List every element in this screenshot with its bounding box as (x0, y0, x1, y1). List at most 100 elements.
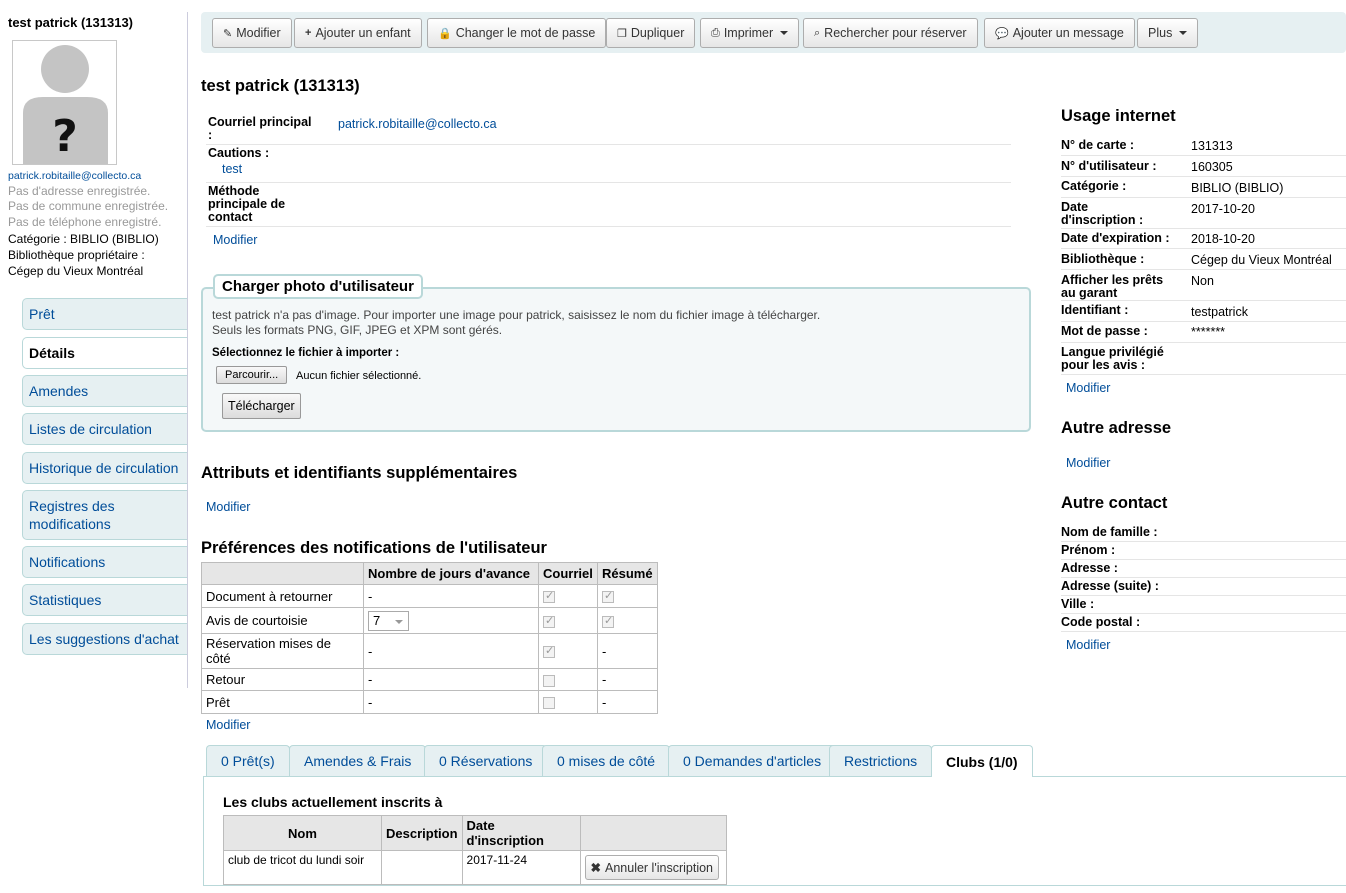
duplicate-button[interactable]: ❐ Dupliquer (606, 18, 696, 48)
guarantor-link[interactable]: test (222, 162, 242, 176)
sidebar-item-details[interactable]: Détails (22, 337, 187, 369)
notification-name: Prêt (201, 690, 364, 714)
search-to-hold-button[interactable]: ⌕ Rechercher pour réserver (803, 18, 978, 48)
edit-notifications-link[interactable]: Modifier (206, 718, 250, 732)
sidebar-item-routing-lists[interactable]: Listes de circulation (22, 413, 187, 445)
edit-button[interactable]: ✎ Modifier (212, 18, 292, 48)
tab-fines-charges[interactable]: Amendes & Frais (289, 745, 427, 776)
tab-holds[interactable]: 0 Réservations (424, 745, 548, 776)
page-title: test patrick (131313) (201, 77, 360, 95)
tab-clubs[interactable]: Clubs (1/0) (931, 745, 1033, 777)
pencil-icon: ✎ (223, 27, 233, 40)
digest-checkbox[interactable] (602, 614, 614, 628)
sidebar-item-circulation-history[interactable]: Historique de circulation (22, 452, 187, 484)
notification-name: Avis de courtoisie (201, 607, 364, 634)
edit-contact-link[interactable]: Modifier (213, 233, 257, 247)
email-checkbox[interactable] (543, 614, 555, 628)
email-checkbox[interactable] (543, 697, 555, 710)
divider (1061, 613, 1346, 614)
email-checkbox[interactable] (543, 589, 555, 604)
upload-button[interactable]: Télécharger (222, 393, 301, 419)
category-value: BIBLIO (BIBLIO) (1191, 181, 1284, 195)
divider (206, 226, 1011, 227)
sidebar-item-statistics[interactable]: Statistiques (22, 584, 187, 616)
lock-icon: 🔒 (438, 27, 452, 40)
more-dropdown-button[interactable]: Plus (1137, 18, 1199, 48)
column-header-email: Courriel (538, 562, 598, 585)
tab-label: 0 Réservations (439, 753, 533, 769)
email-checkbox[interactable] (543, 644, 555, 659)
club-name: club de tricot du lundi soir (223, 850, 382, 885)
notification-name: Retour (201, 668, 364, 691)
tab-label: 0 Prêt(s) (221, 753, 275, 769)
expiration-date-value: 2018-10-20 (1191, 232, 1255, 246)
patron-number-label: N° d'utilisateur : (1061, 159, 1157, 173)
sidebar-item-purchase-suggestions[interactable]: Les suggestions d'achat (22, 623, 187, 655)
sidebar-item-fines[interactable]: Amendes (22, 375, 187, 407)
alternate-contact-heading: Autre contact (1061, 494, 1168, 512)
email-checkbox[interactable] (543, 674, 555, 687)
no-phone-text: Pas de téléphone enregistré. (8, 215, 162, 229)
upload-info-text: test patrick n'a pas d'image. Pour impor… (212, 308, 821, 322)
days-in-advance-select[interactable]: 7 (368, 610, 409, 631)
alt-lastname-label: Nom de famille : (1061, 525, 1158, 539)
primary-email-link[interactable]: patrick.robitaille@collecto.ca (338, 117, 497, 131)
close-icon: ✖ (590, 861, 601, 875)
print-dropdown-button[interactable]: ⎙ Imprimer (700, 18, 800, 48)
tab-article-requests[interactable]: 0 Demandes d'articles (668, 745, 837, 776)
password-label: Mot de passe : (1061, 324, 1148, 338)
primary-email-label: Courriel principal : (208, 115, 312, 142)
alt-address2-label: Adresse (suite) : (1061, 579, 1159, 593)
change-password-label: Changer le mot de passe (455, 26, 596, 40)
sidebar-item-notifications[interactable]: Notifications (22, 546, 187, 578)
edit-alternate-address-link[interactable]: Modifier (1066, 456, 1110, 470)
table-row: Prêt - - (201, 690, 658, 714)
edit-alternate-contact-link[interactable]: Modifier (1066, 638, 1110, 652)
sidebar-item-modification-log[interactable]: Registres des modifications (22, 490, 187, 540)
sidebar-email-link[interactable]: patrick.robitaille@collecto.ca (8, 170, 141, 182)
svg-text:?: ? (52, 111, 78, 162)
card-number-label: N° de carte : (1061, 138, 1135, 152)
divider (1061, 269, 1346, 270)
sidebar-item-checkout[interactable]: Prêt (22, 298, 187, 330)
comment-icon: 💬 (995, 27, 1009, 40)
divider (1061, 248, 1346, 249)
notification-name: Document à retourner (201, 584, 364, 608)
sidebar-item-label: Détails (29, 345, 75, 361)
library-label: Bibliothèque : (1061, 252, 1145, 266)
column-header (201, 562, 364, 585)
sidebar-item-label: Historique de circulation (29, 460, 179, 476)
username-label: Identifiant : (1061, 303, 1129, 317)
sidebar-item-label: Prêt (29, 306, 55, 322)
table-row: Réservation mises de côté - - (201, 633, 658, 669)
unknown-user-icon: ? (23, 45, 108, 164)
edit-internet-usage-link[interactable]: Modifier (1066, 381, 1110, 395)
upload-formats-text: Seuls les formats PNG, GIF, JPEG et XPM … (212, 323, 503, 337)
tab-restrictions[interactable]: Restrictions (829, 745, 933, 776)
show-checkouts-guarantor-label: Afficher les prêts au garant (1061, 273, 1164, 300)
sidebar-item-label: Les suggestions d'achat (29, 631, 179, 647)
club-description (381, 850, 463, 885)
days-value: - (363, 584, 539, 608)
sidebar-item-label: Listes de circulation (29, 421, 152, 437)
add-message-button[interactable]: 💬 Ajouter un message (984, 18, 1135, 48)
patron-toolbar: ✎ Modifier + Ajouter un enfant 🔒 Changer le… (201, 12, 1346, 53)
divider (1061, 595, 1346, 596)
browse-file-button[interactable]: Parcourir... (216, 366, 288, 384)
edit-attributes-link[interactable]: Modifier (206, 500, 250, 514)
clubs-table: Nom Description Date d'inscription club … (223, 815, 728, 885)
alt-city-label: Ville : (1061, 597, 1095, 611)
divider (1061, 541, 1346, 542)
no-city-text: Pas de commune enregistrée. (8, 199, 169, 213)
change-password-button[interactable]: 🔒 Changer le mot de passe (427, 18, 607, 48)
tab-holds-waiting[interactable]: 0 mises de côté (542, 745, 671, 776)
cancel-enrollment-button[interactable]: ✖ Annuler l'inscription (584, 855, 719, 880)
add-child-button[interactable]: + Ajouter un enfant (294, 18, 422, 48)
digest-checkbox[interactable] (602, 589, 614, 604)
more-label: Plus (1148, 26, 1173, 40)
caret-down-icon (780, 31, 789, 35)
tab-checkouts[interactable]: 0 Prêt(s) (206, 745, 290, 776)
digest-value: - (597, 690, 658, 714)
tab-label: 0 mises de côté (557, 753, 656, 769)
column-header-actions (579, 815, 728, 851)
